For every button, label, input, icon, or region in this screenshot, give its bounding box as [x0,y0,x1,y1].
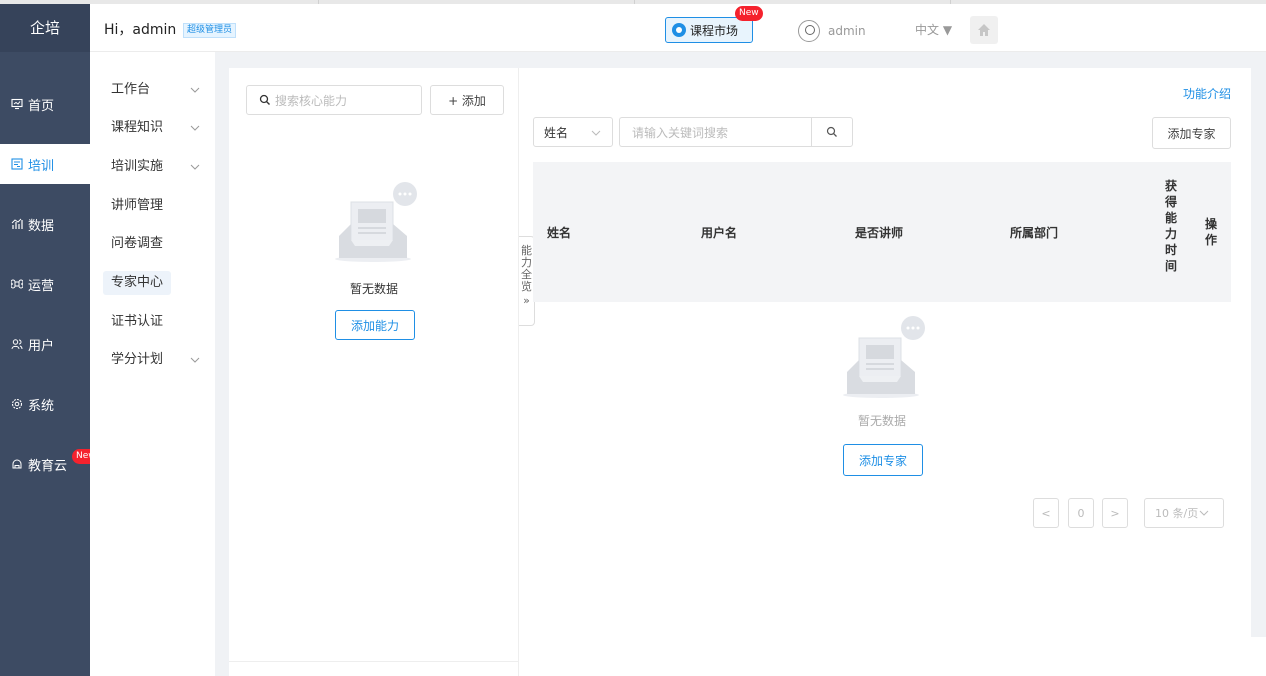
nav-label: 教育云 [28,458,68,474]
home-button[interactable] [970,16,998,44]
capability-empty-text: 暂无数据 [350,282,399,296]
filter-field-value: 姓名 [544,125,569,140]
capability-panel: 搜索核心能力 + 添加 暂无数据 添加能力 [229,68,519,676]
filter-field-select[interactable]: 姓名 [533,117,613,147]
keyword-search-placeholder: 请输入关键词搜索 [632,125,729,140]
submenu-item-course-knowledge[interactable]: 课程知识 [103,116,171,140]
nav-label: 系统 [28,398,55,414]
nav-item-data[interactable]: 数据 [0,204,90,244]
submenu-item-credit-plan[interactable]: 学分计划 [103,348,171,372]
user-menu[interactable]: admin [798,20,866,42]
capability-search-placeholder: 搜索核心能力 [275,93,348,108]
chevron-down-icon [190,125,200,131]
nav-label: 用户 [28,338,55,354]
column-header-username: 用户名 [701,226,738,240]
submenu-item-lecturer-management[interactable]: 讲师管理 [103,194,171,218]
empty-inbox-icon [843,316,925,398]
keyword-search-button[interactable] [811,117,853,147]
submenu-item-workbench[interactable]: 工作台 [103,78,158,102]
column-header-name: 姓名 [547,226,572,240]
nav-item-training[interactable]: 培训 [0,144,90,184]
submenu-item-certification[interactable]: 证书认证 [103,310,171,334]
scroll-track [1251,68,1266,676]
column-header-department: 所属部门 [1010,226,1059,240]
column-header-acquired-time: 获得能力时间 [1164,179,1177,273]
top-header: Hi，admin 超级管理员 课程市场 New admin 中文 ▼ [90,4,1266,52]
chevron-down-icon [190,164,200,170]
nav-item-system[interactable]: 系统 [0,384,90,424]
add-expert-empty-button[interactable]: 添加专家 [843,444,923,476]
gear-icon [10,397,24,411]
divider [229,661,519,662]
course-market-label: 课程市场 [690,23,739,38]
nav-item-operations[interactable]: 运营 [0,264,90,304]
pagination-prev-button[interactable]: < [1033,498,1059,528]
main-sidebar: 企培 首页 培训 数据 运营 用户 系统 教育云 New [0,4,100,676]
empty-inbox-icon [335,182,417,262]
column-header-actions: 操作 [1204,217,1217,247]
avatar [798,20,820,42]
nav-label: 培训 [28,158,55,174]
users-icon [10,337,24,351]
add-expert-button[interactable]: 添加专家 [1152,117,1231,149]
home-icon [978,24,990,36]
nav-label: 数据 [28,218,55,234]
course-market-button[interactable]: 课程市场 [665,17,753,43]
nav-item-users[interactable]: 用户 [0,324,90,364]
chevron-down-icon [591,130,601,136]
language-select[interactable]: 中文 ▼ [915,21,952,38]
page-size-value: 10 条/页 [1155,507,1199,520]
command-icon [10,277,24,291]
training-icon [10,157,24,171]
chart-icon [10,217,24,231]
cloud-icon [10,457,24,471]
expert-list-panel: 功能介绍 姓名 请输入关键词搜索 添加专家 姓名 用户名 是否讲师 所属部门 获… [533,68,1251,676]
keyword-search-input[interactable]: 请输入关键词搜索 [619,117,811,147]
greeting: Hi，admin [104,22,177,38]
chevron-down-icon [1199,510,1209,516]
nav-label: 首页 [28,98,55,114]
chevron-down-icon [190,87,200,93]
add-capability-empty-button[interactable]: 添加能力 [335,310,415,340]
capability-search-input[interactable]: 搜索核心能力 [246,85,422,115]
scrollbar-thumb[interactable] [1249,637,1266,676]
nav-item-home[interactable]: 首页 [0,84,90,124]
capability-overview-label: 能力全览 [521,244,532,293]
double-arrow-icon: » [523,294,530,307]
feature-intro-link[interactable]: 功能介绍 [1183,85,1231,102]
submenu-item-expert-center[interactable]: 专家中心 [103,271,172,295]
expert-table-header: 姓名 用户名 是否讲师 所属部门 获得能力时间 操作 [533,162,1231,302]
submenu-item-questionnaire[interactable]: 问卷调查 [103,232,171,256]
expert-empty-text: 暂无数据 [858,414,907,428]
sub-menu: 工作台 课程知识 培训实施 讲师管理 问卷调查 专家中心 证书认证 学分计划 [90,52,215,676]
role-badge: 超级管理员 [183,23,237,38]
monitor-icon [10,97,24,111]
header-username: admin [828,24,866,38]
app-logo: 企培 [0,4,90,52]
market-icon [672,23,686,37]
search-icon [259,94,270,105]
chevron-down-icon [190,357,200,363]
pagination-next-button[interactable]: > [1102,498,1128,528]
search-icon [826,126,837,137]
submenu-item-training-implementation[interactable]: 培训实施 [103,155,171,179]
content-panel: 搜索核心能力 + 添加 暂无数据 添加能力 能力全览 » 功能介绍 姓名 请输入… [229,68,1251,676]
pagination-current-page[interactable]: 0 [1068,498,1094,528]
new-badge: New [735,6,763,21]
add-capability-button[interactable]: + 添加 [430,85,504,115]
column-header-is-lecturer: 是否讲师 [855,226,904,240]
nav-label: 运营 [28,278,55,294]
page-size-select[interactable]: 10 条/页 [1144,498,1224,528]
